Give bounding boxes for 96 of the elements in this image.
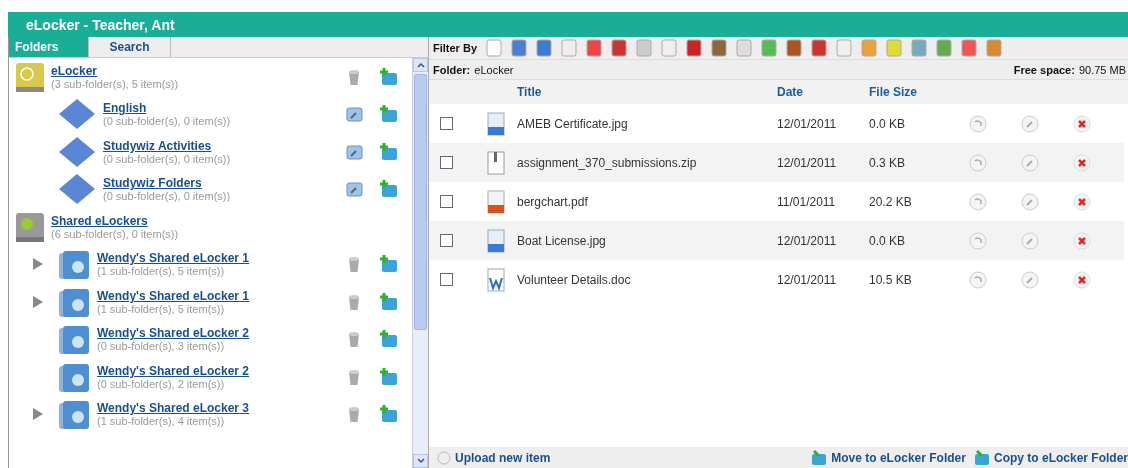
row-checkbox[interactable]	[440, 156, 453, 169]
file-type-filter-icon[interactable]	[586, 39, 602, 57]
chevron-up-icon[interactable]	[416, 62, 425, 68]
add-folder-icon	[378, 141, 398, 162]
file-type-filter-icon[interactable]	[861, 39, 877, 57]
move-link[interactable]: Move to eLocker Folder	[811, 449, 966, 466]
move-icon	[969, 153, 987, 172]
scrollbar[interactable]	[412, 58, 428, 468]
file-type-filter-icon[interactable]	[936, 39, 952, 57]
file-type-filter-icon[interactable]	[711, 39, 727, 57]
delete-icon	[1073, 192, 1091, 211]
file-size: 0.0 KB	[869, 233, 907, 248]
expand-arrow-icon[interactable]	[33, 258, 43, 271]
image-file-icon	[487, 228, 505, 253]
folder-link[interactable]: English	[103, 101, 147, 116]
folder-link[interactable]: Wendy's Shared eLocker 3	[97, 401, 250, 416]
folder-link[interactable]: Wendy's Shared eLocker 1	[97, 251, 250, 266]
file-type-filter-icon[interactable]	[686, 39, 702, 57]
add-folder-icon	[378, 179, 398, 200]
file-type-filter-icon[interactable]	[986, 39, 1002, 57]
file-title: Volunteer Details.doc	[517, 272, 632, 287]
file-type-filter-icon[interactable]	[786, 39, 802, 57]
add-folder-icon	[378, 366, 398, 387]
folder-info: (1 sub-folder(s), 5 item(s))	[97, 265, 226, 278]
free-space-label: Free space:	[1013, 63, 1075, 76]
file-type-filter-icon[interactable]	[761, 39, 777, 57]
folder-link[interactable]: Wendy's Shared eLocker 2	[97, 363, 250, 378]
folder-name: eLocker	[474, 63, 514, 76]
folder-label: Folder:	[433, 63, 471, 76]
delete-icon	[1073, 114, 1091, 133]
file-date: 12/01/2011	[777, 116, 838, 131]
file-size: 0.3 KB	[869, 155, 907, 170]
move-icon	[969, 192, 987, 211]
add-folder-icon	[378, 291, 398, 312]
file-size: 0.0 KB	[869, 116, 907, 131]
column-header[interactable]: Date	[777, 85, 869, 99]
folder-link[interactable]: Wendy's Shared eLocker 1	[97, 288, 250, 303]
pdf-file-icon	[487, 189, 505, 214]
row-checkbox[interactable]	[440, 234, 453, 247]
image-file-icon	[487, 111, 505, 136]
upload-link[interactable]: Upload new item	[437, 450, 551, 465]
expand-arrow-icon[interactable]	[33, 408, 43, 421]
folder-link[interactable]: Studywiz Folders	[103, 176, 202, 191]
file-title: bergchart.pdf	[517, 194, 589, 209]
delete-icon	[1073, 153, 1091, 172]
folder-info: (0 sub-folder(s), 2 item(s))	[97, 377, 226, 390]
move-icon	[969, 114, 987, 133]
row-checkbox[interactable]	[440, 195, 453, 208]
folder-info: (0 sub-folder(s), 0 item(s))	[103, 115, 232, 128]
folder-link[interactable]: Wendy's Shared eLocker 2	[97, 326, 250, 341]
folder-info: (0 sub-folder(s), 3 item(s))	[97, 340, 226, 353]
free-space-value: 90.75 MB	[1078, 63, 1126, 76]
move-icon	[969, 231, 987, 250]
file-type-filter-icon[interactable]	[536, 39, 552, 57]
filter-label: Filter By	[433, 42, 477, 54]
file-title: assignment_370_submissions.zip	[517, 155, 698, 170]
expand-arrow-icon[interactable]	[33, 295, 43, 308]
add-folder-icon	[378, 66, 398, 87]
add-folder-icon	[378, 404, 398, 425]
add-folder-icon	[378, 329, 398, 350]
column-header[interactable]: File Size	[869, 85, 969, 99]
folder-link[interactable]: eLocker	[51, 63, 98, 78]
file-date: 11/01/2011	[777, 194, 837, 209]
row-checkbox[interactable]	[440, 273, 453, 286]
file-size: 10.5 KB	[869, 272, 913, 287]
move-icon	[969, 270, 987, 289]
file-date: 12/01/2011	[777, 272, 838, 287]
copy-link[interactable]: Copy to eLocker Folder	[973, 449, 1128, 466]
folder-link[interactable]: Shared eLockers	[51, 213, 148, 228]
column-header[interactable]: Title	[517, 85, 777, 99]
folder-info: (1 sub-folder(s), 5 item(s))	[97, 302, 226, 315]
window-title: eLocker - Teacher, Ant	[26, 16, 175, 33]
file-date: 12/01/2011	[777, 155, 838, 170]
file-type-filter-icon[interactable]	[811, 39, 827, 57]
file-size: 20.2 KB	[869, 194, 913, 209]
folder-info: (0 sub-folder(s), 0 item(s))	[103, 152, 232, 165]
folder-info: (0 sub-folder(s), 0 item(s))	[103, 190, 232, 203]
file-type-filter-icon[interactable]	[611, 39, 627, 57]
file-title: AMEB Certificate.jpg	[517, 116, 629, 131]
add-folder-icon	[378, 254, 398, 275]
file-type-filter-icon[interactable]	[511, 39, 527, 57]
row-checkbox[interactable]	[440, 117, 453, 130]
delete-icon	[1073, 270, 1091, 289]
file-date: 12/01/2011	[777, 233, 838, 248]
add-folder-icon	[378, 104, 398, 125]
file-title: Boat License.jpg	[517, 233, 607, 248]
file-type-filter-icon[interactable]	[961, 39, 977, 57]
delete-icon	[1073, 231, 1091, 250]
file-type-filter-icon[interactable]	[911, 39, 927, 57]
folder-info: (1 sub-folder(s), 4 item(s))	[97, 415, 226, 428]
folder-info: (3 sub-folder(s), 5 item(s))	[51, 77, 180, 90]
folder-link[interactable]: Studywiz Activities	[103, 138, 212, 153]
document-file-icon	[487, 267, 505, 292]
zip-file-icon	[487, 150, 505, 175]
folder-info: (6 sub-folder(s), 0 item(s))	[51, 227, 180, 240]
chevron-down-icon[interactable]	[416, 458, 425, 464]
